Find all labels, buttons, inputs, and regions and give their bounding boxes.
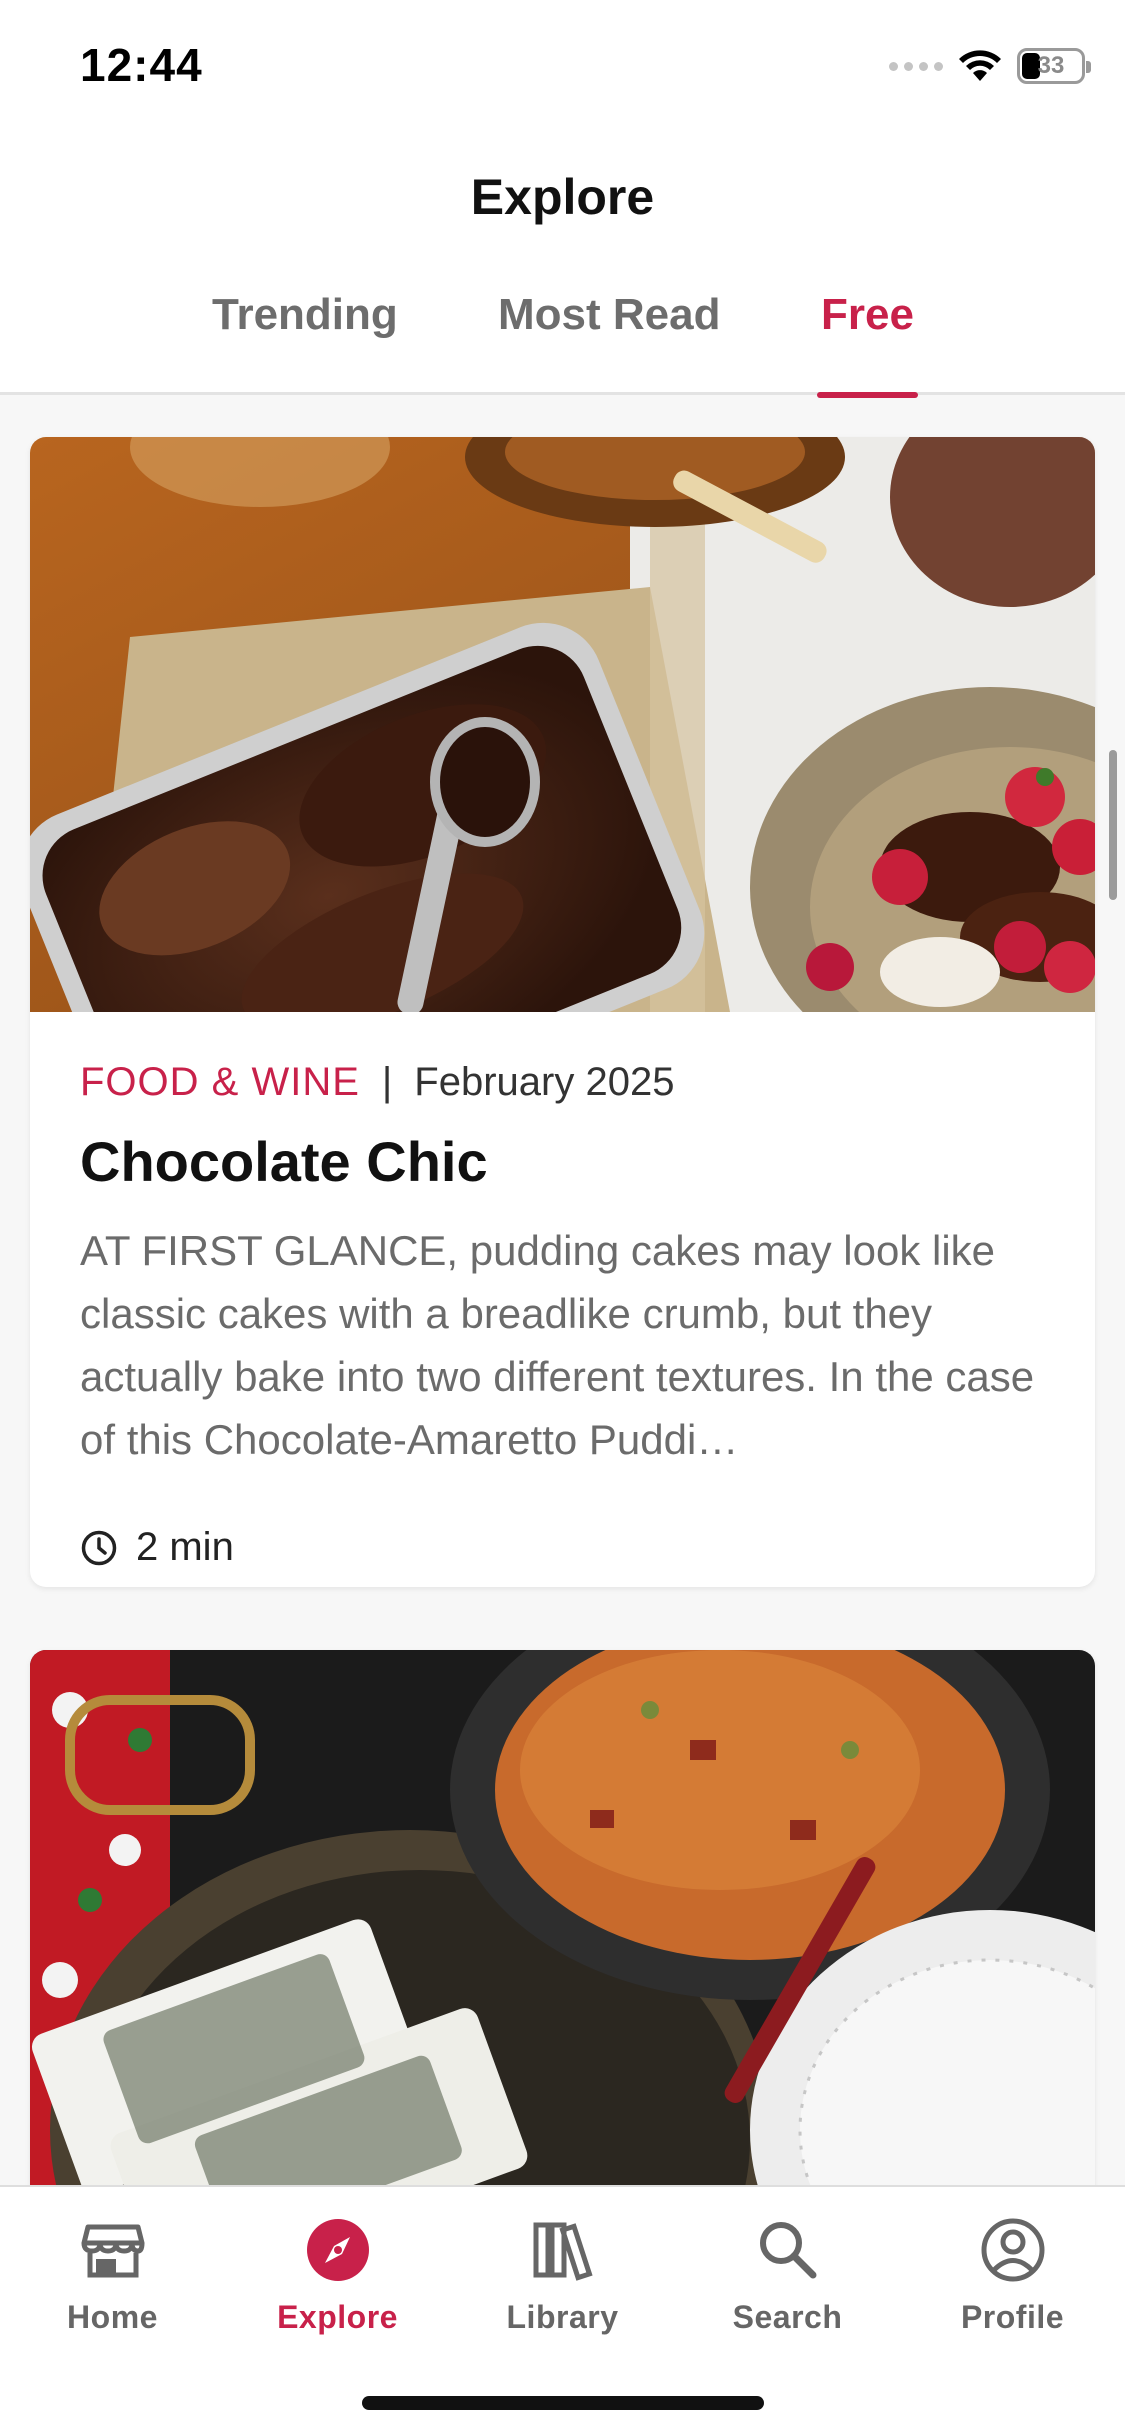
- article-card[interactable]: FOOD & WINE | February 2025 Chocolate Ch…: [30, 437, 1095, 1587]
- read-time-label: 2 min: [136, 1525, 234, 1569]
- article-card[interactable]: [30, 1650, 1095, 2185]
- battery-percent: 33: [1037, 52, 1065, 79]
- nav-home[interactable]: Home: [0, 2215, 225, 2336]
- page-title: Explore: [470, 169, 655, 225]
- chocolate-pudding-cake-photo: [30, 437, 1095, 1012]
- article-meta: FOOD & WINE | February 2025: [80, 1057, 1045, 1107]
- article-feed[interactable]: FOOD & WINE | February 2025 Chocolate Ch…: [0, 395, 1125, 2185]
- issue-date: February 2025: [414, 1060, 675, 1104]
- article-title[interactable]: Chocolate Chic: [80, 1129, 1045, 1195]
- wifi-icon: [959, 50, 1001, 81]
- explore-header: Explore Trending Most Read Free: [0, 140, 1125, 398]
- nav-search[interactable]: Search: [675, 2215, 900, 2336]
- nav-label: Home: [67, 2299, 158, 2335]
- nav-label: Search: [732, 2299, 843, 2335]
- clock-icon: [81, 1530, 117, 1565]
- article-body: FOOD & WINE | February 2025 Chocolate Ch…: [80, 1057, 1045, 1569]
- publication-name[interactable]: FOOD & WINE: [80, 1057, 360, 1107]
- explore-screen: 12:44 33 Explore Trending Most Read Free: [0, 0, 1125, 2436]
- battery-icon: 33: [1017, 48, 1091, 84]
- nav-label: Profile: [960, 2299, 1065, 2335]
- status-bar: 12:44 33: [0, 0, 1125, 140]
- segment-tabs: Trending Most Read Free: [0, 290, 1125, 398]
- nav-explore[interactable]: Explore: [225, 2215, 450, 2336]
- search-icon: [759, 2222, 816, 2279]
- article-excerpt: AT FIRST GLANCE, pudding cakes may look …: [80, 1227, 1035, 1463]
- home-indicator[interactable]: [362, 2396, 764, 2410]
- tab-trending[interactable]: Trending: [212, 290, 398, 340]
- meta-separator: |: [381, 1060, 393, 1104]
- books-icon: [533, 2222, 593, 2281]
- cellular-signal-icon: [889, 61, 943, 71]
- nav-label: Library: [506, 2299, 619, 2335]
- compass-icon: [306, 2219, 369, 2281]
- scroll-indicator[interactable]: [1109, 750, 1117, 900]
- status-time: 12:44: [80, 39, 203, 91]
- read-time: 2 min: [80, 1525, 234, 1570]
- storefront-icon: [81, 2224, 144, 2278]
- profile-icon: [981, 2218, 1044, 2282]
- rice-and-tamales-photo: [30, 1650, 1095, 2185]
- nav-profile[interactable]: Profile: [900, 2215, 1125, 2336]
- tab-free[interactable]: Free: [821, 290, 914, 340]
- nav-label: Explore: [277, 2299, 398, 2335]
- nav-library[interactable]: Library: [450, 2215, 675, 2336]
- tab-most-read[interactable]: Most Read: [498, 290, 720, 340]
- status-icons: 33: [889, 48, 1091, 84]
